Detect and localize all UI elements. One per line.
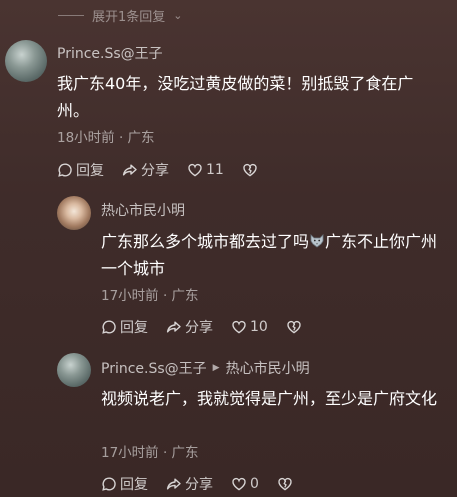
share-button[interactable]: 分享 <box>166 474 213 494</box>
expand-replies[interactable]: 展开1条回复 ⌄ <box>58 6 183 25</box>
share-button[interactable]: 分享 <box>166 317 213 337</box>
broken-heart-icon <box>286 319 302 335</box>
comment-author[interactable]: 热心市民小明 <box>101 200 185 220</box>
comment-author[interactable]: Prince.Ss@王子 <box>57 43 163 63</box>
share-arrow-icon <box>122 162 138 178</box>
share-arrow-icon <box>166 476 182 492</box>
dislike-button[interactable] <box>242 162 258 178</box>
broken-heart-icon <box>277 476 293 492</box>
reply-bubble-icon <box>57 162 73 178</box>
comment-author[interactable]: Prince.Ss@王子 ▶ 热心市民小明 <box>101 358 310 378</box>
author-name: Prince.Ss@王子 <box>57 46 163 62</box>
heart-icon <box>231 476 247 492</box>
comment-meta: 18小时前 · 广东 <box>57 130 155 146</box>
avatar[interactable] <box>57 196 91 230</box>
dislike-button[interactable] <box>277 476 293 492</box>
comment-actions: 回复 分享 11 <box>57 160 276 180</box>
heart-icon <box>231 319 247 335</box>
like-button[interactable]: 10 <box>231 319 268 335</box>
comment-text: 视频说老广，我就觉得是广州，至少是广府文化 <box>101 389 438 408</box>
share-arrow-icon <box>166 319 182 335</box>
comment-actions: 回复 分享 0 <box>101 474 311 494</box>
reply-label: 回复 <box>76 163 104 179</box>
reply-label: 回复 <box>120 477 148 493</box>
reply-to-name: 热心市民小明 <box>225 361 310 377</box>
reply-bubble-icon <box>101 476 117 492</box>
chevron-down-icon: ⌄ <box>173 9 183 22</box>
like-count: 10 <box>250 319 268 335</box>
comment-text: 我广东40年，没吃过黄皮做的菜！别抵毁了食在广州。 <box>57 74 414 120</box>
reply-button[interactable]: 回复 <box>101 317 148 337</box>
comment-text-part: 广东那么多个城市都去过了吗 <box>101 232 310 251</box>
author-name: Prince.Ss@王子 <box>101 361 207 377</box>
like-count: 0 <box>250 476 259 492</box>
avatar[interactable] <box>5 40 47 82</box>
wolf-emoji-icon <box>309 229 325 248</box>
avatar[interactable] <box>57 353 91 387</box>
expand-replies-label: 展开1条回复 <box>92 10 166 25</box>
share-label: 分享 <box>141 163 169 179</box>
like-count: 11 <box>206 162 224 178</box>
divider-line <box>58 15 84 16</box>
broken-heart-icon <box>242 162 258 178</box>
dislike-button[interactable] <box>286 319 302 335</box>
reply-bubble-icon <box>101 319 117 335</box>
comment-text: 广东那么多个城市都去过了吗 广东不止你广州一个城市 <box>101 228 451 282</box>
share-label: 分享 <box>185 320 213 336</box>
comment-actions: 回复 分享 10 <box>101 317 320 337</box>
share-button[interactable]: 分享 <box>122 160 169 180</box>
reply-button[interactable]: 回复 <box>57 160 104 180</box>
like-button[interactable]: 0 <box>231 476 259 492</box>
author-name: 热心市民小明 <box>101 203 185 219</box>
heart-icon <box>187 162 203 178</box>
share-label: 分享 <box>185 477 213 493</box>
comment-meta: 17小时前 · 广东 <box>101 288 199 304</box>
like-button[interactable]: 11 <box>187 162 224 178</box>
reply-button[interactable]: 回复 <box>101 474 148 494</box>
reply-to-arrow-icon: ▶ <box>212 363 220 373</box>
reply-label: 回复 <box>120 320 148 336</box>
comment-meta: 17小时前 · 广东 <box>101 445 199 461</box>
